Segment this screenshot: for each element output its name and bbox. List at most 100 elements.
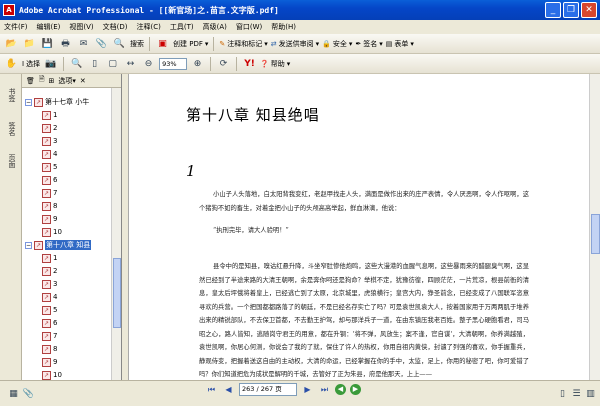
- next-page-icon[interactable]: ▶: [301, 383, 314, 396]
- bookmark-item[interactable]: ↗ 8: [42, 343, 57, 355]
- document-scrollbar[interactable]: [589, 74, 600, 380]
- bookmark-item[interactable]: ↗ 5: [42, 161, 57, 173]
- menu-comments[interactable]: 注释(C): [137, 22, 161, 32]
- single-page-icon[interactable]: ▯: [555, 386, 570, 401]
- prev-page-icon[interactable]: ◀: [222, 383, 235, 396]
- paragraph: 小山子人头落地，白太阳背我变红，老赵甲找走人头，满面是做作出来的庄严表情，令人厌…: [199, 191, 529, 212]
- hand-tool-icon[interactable]: ✋: [4, 56, 19, 71]
- zoom-in-icon[interactable]: 🔍: [69, 56, 84, 71]
- bookmark-label: 4: [53, 150, 58, 158]
- last-page-icon[interactable]: ⏭: [318, 383, 331, 396]
- bookmark-chapter-18[interactable]: − ↗ 第十八章 知县: [25, 239, 92, 251]
- bookmark-item[interactable]: ↗ 7: [42, 330, 57, 342]
- menu-tools[interactable]: 工具(T): [170, 22, 194, 32]
- panel-scroll-thumb[interactable]: [113, 258, 121, 328]
- collapse-toggle-icon[interactable]: −: [25, 241, 32, 249]
- facing-icon[interactable]: ▥: [583, 386, 598, 401]
- organizer-icon[interactable]: 📁: [22, 36, 37, 51]
- menu-advanced[interactable]: 高级(A): [203, 22, 227, 32]
- forward-view-icon[interactable]: ▶: [350, 384, 361, 395]
- options-menu[interactable]: 选项▾: [58, 76, 76, 86]
- bookmark-icon: ↗: [42, 292, 51, 302]
- bookmark-item[interactable]: ↗ 10: [42, 226, 62, 238]
- bookmark-item[interactable]: ↗ 10: [42, 369, 62, 380]
- rotate-icon[interactable]: ⟳: [216, 56, 231, 71]
- menu-edit[interactable]: 编辑(E): [37, 22, 61, 32]
- bookmark-item[interactable]: ↗ 5: [42, 304, 57, 316]
- search-button[interactable]: 搜索: [130, 39, 144, 49]
- help-button[interactable]: ❓ 帮助 ▾: [260, 59, 290, 69]
- bookmark-label: 1: [53, 111, 58, 119]
- select-tool-button[interactable]: I 选择: [22, 59, 40, 69]
- bookmark-icon: ↗: [42, 175, 51, 185]
- panel-splitter[interactable]: [122, 74, 129, 380]
- bookmark-item[interactable]: ↗ 9: [42, 213, 57, 225]
- zoom-input[interactable]: 93%: [159, 57, 188, 70]
- layers-icon[interactable]: ▦: [6, 386, 21, 401]
- close-button[interactable]: ✕: [581, 2, 597, 18]
- bookmark-item[interactable]: ↗ 3: [42, 278, 57, 290]
- bookmark-item[interactable]: ↗ 7: [42, 187, 57, 199]
- menu-window[interactable]: 窗口(W): [236, 22, 262, 32]
- menu-document[interactable]: 文档(D): [103, 22, 128, 32]
- attach-icon[interactable]: 📎: [94, 36, 109, 51]
- yahoo-icon[interactable]: Y!: [242, 56, 257, 71]
- panel-header: 🗑 🗎 ⊞ 选项▾ ✕: [22, 74, 121, 88]
- tab-signatures[interactable]: 签名: [3, 122, 17, 136]
- forms-button[interactable]: ▤ 表单 ▾: [386, 39, 414, 49]
- zoom-in-circle-icon[interactable]: ⊕: [190, 56, 205, 71]
- bookmark-item[interactable]: ↗ 4: [42, 291, 57, 303]
- send-review-button[interactable]: ⇄ 发送供审阅 ▾: [271, 39, 319, 49]
- first-page-icon[interactable]: ⏮: [205, 383, 218, 396]
- bookmark-item[interactable]: ↗ 2: [42, 122, 57, 134]
- pdf-icon[interactable]: ▣: [155, 36, 170, 51]
- panel-scrollbar[interactable]: [111, 88, 121, 380]
- comment-markup-button[interactable]: ✎ 注释和标记 ▾: [219, 39, 267, 49]
- delete-icon[interactable]: 🗑: [26, 77, 35, 85]
- bookmark-item[interactable]: ↗ 8: [42, 200, 57, 212]
- security-button[interactable]: 🔒 安全 ▾: [322, 39, 352, 49]
- bookmark-item[interactable]: ↗ 9: [42, 356, 57, 368]
- back-view-icon[interactable]: ◀: [335, 384, 346, 395]
- bookmark-item[interactable]: ↗ 6: [42, 317, 57, 329]
- bookmark-item[interactable]: ↗ 2: [42, 265, 57, 277]
- page-number-input[interactable]: 263 / 267 页: [239, 383, 297, 396]
- open-icon[interactable]: 📂: [4, 36, 19, 51]
- bookmark-item[interactable]: ↗ 1: [42, 109, 57, 121]
- document-scroll-thumb[interactable]: [591, 214, 600, 254]
- restore-button[interactable]: ❐: [563, 2, 579, 18]
- save-icon[interactable]: 💾: [40, 36, 55, 51]
- window-title: Adobe Acrobat Professional - [[新官场]之.苗言.…: [19, 5, 279, 15]
- search-icon[interactable]: 🔍: [112, 36, 127, 51]
- fit-width-icon[interactable]: ↔: [123, 56, 138, 71]
- attachments-icon[interactable]: 📎: [21, 386, 36, 401]
- bookmark-item[interactable]: ↗ 6: [42, 174, 57, 186]
- fit-page-icon[interactable]: ▢: [105, 56, 120, 71]
- create-pdf-button[interactable]: 创建 PDF ▾: [173, 39, 208, 49]
- bookmark-item[interactable]: ↗ 4: [42, 148, 57, 160]
- email-icon[interactable]: ✉: [76, 36, 91, 51]
- new-bookmark-icon[interactable]: 🗎: [39, 75, 45, 86]
- sign-button[interactable]: ✒ 签名 ▾: [355, 39, 382, 49]
- actual-size-icon[interactable]: ▯: [87, 56, 102, 71]
- bookmark-icon: ↗: [42, 162, 51, 172]
- print-icon[interactable]: 🖶: [58, 36, 73, 51]
- close-panel-icon[interactable]: ✕: [80, 77, 86, 85]
- menu-file[interactable]: 文件(F): [4, 22, 28, 32]
- menu-view[interactable]: 视图(V): [69, 22, 93, 32]
- minimize-button[interactable]: _: [545, 2, 561, 18]
- expand-icon[interactable]: ⊞: [49, 77, 55, 85]
- security-label: 安全: [332, 39, 347, 48]
- bookmark-chapter-17[interactable]: − ↗ 第十七章 小牛: [25, 96, 89, 108]
- menu-help[interactable]: 帮助(H): [271, 22, 296, 32]
- snapshot-icon[interactable]: 📷: [43, 56, 58, 71]
- bookmark-item[interactable]: ↗ 1: [42, 252, 57, 264]
- tab-bookmarks[interactable]: 书签: [3, 88, 17, 102]
- zoom-out-circle-icon[interactable]: ⊖: [141, 56, 156, 71]
- continuous-icon[interactable]: ☰: [569, 386, 584, 401]
- paragraph: “执刑完毕，请大人验明！”: [213, 227, 289, 234]
- options-label: 选项: [58, 76, 73, 85]
- tab-pages[interactable]: 页面: [3, 154, 17, 168]
- collapse-toggle-icon[interactable]: −: [25, 98, 32, 106]
- bookmark-item[interactable]: ↗ 3: [42, 135, 57, 147]
